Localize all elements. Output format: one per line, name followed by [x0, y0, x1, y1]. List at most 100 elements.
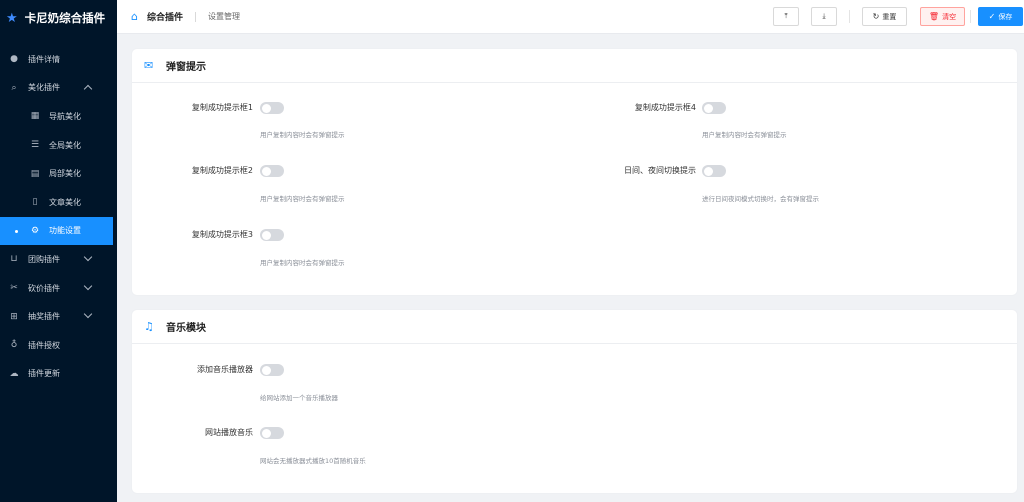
- sidebar-item-label: 局部美化: [49, 169, 81, 179]
- mail-icon: ✉: [144, 59, 154, 72]
- breadcrumb-divider: [195, 11, 197, 22]
- field-hint: 给网站添加一个音乐播放器: [260, 394, 338, 402]
- field-label-wrap: 复制成功提示框2: [132, 165, 253, 177]
- field-label: 添加音乐播放器: [197, 365, 253, 374]
- headphones-icon: ♫: [144, 320, 154, 333]
- field-label: 复制成功提示框2: [191, 166, 253, 175]
- sidebar-item-label: 导航美化: [49, 111, 81, 121]
- sidebar-item-local-beautify[interactable]: ▤ 局部美化: [0, 159, 117, 188]
- save-button[interactable]: ✓ 保存: [978, 7, 1023, 26]
- field-label-wrap: 复制成功提示框3: [132, 229, 253, 241]
- cart-icon: ⊔: [10, 254, 18, 265]
- sidebar: ★ 卡尼奶综合插件 ● 插件详情 ⌕ 美化插件 ▦ 导航美化 ☰ 全局美化 ▤ …: [0, 0, 117, 502]
- sidebar-item-plugin-details[interactable]: ● 插件详情: [0, 45, 117, 74]
- sidebar-item-label: 全局美化: [49, 140, 81, 150]
- clear-label: 清空: [942, 12, 957, 21]
- app-brand: ★ 卡尼奶综合插件: [0, 0, 117, 36]
- save-label: 保存: [998, 12, 1013, 21]
- sidebar-item-lottery[interactable]: ⊞ 抽奖插件: [0, 302, 117, 331]
- refresh-icon: ↻: [872, 12, 880, 21]
- popup-settings-card: ✉ 弹窗提示 复制成功提示框1 用户复制内容时会有弹窗提示 复制成功提示框2 用…: [131, 48, 1018, 296]
- sidebar-item-label: 插件更新: [28, 369, 60, 379]
- chevron-up-icon: [83, 84, 93, 93]
- field-hint: 用户复制内容时会有弹窗提示: [702, 131, 787, 139]
- chevron-down-icon: [83, 310, 93, 319]
- field-hint: 用户复制内容时会有弹窗提示: [260, 131, 345, 139]
- key-icon: ♁: [10, 340, 18, 351]
- table-icon: ▤: [30, 168, 40, 179]
- sidebar-item-update[interactable]: ☁ 插件更新: [0, 360, 117, 389]
- sidebar-item-authorization[interactable]: ♁ 插件授权: [0, 331, 117, 360]
- sidebar-item-nav-beautify[interactable]: ▦ 导航美化: [0, 102, 117, 131]
- top-header: ⌂ 综合插件 设置管理 ⤒ ⤓ ↻ 重置 🗑 清空 ✓ 保存: [117, 0, 1024, 34]
- sidebar-item-label: 团购插件: [28, 254, 60, 264]
- sidebar-item-label: 砍价插件: [28, 283, 60, 293]
- gift-icon: ⊞: [10, 311, 18, 322]
- sidebar-item-group-buy[interactable]: ⊔ 团购插件: [0, 245, 117, 274]
- card-title: 音乐模块: [166, 323, 206, 334]
- card-header: ✉ 弹窗提示: [132, 49, 1017, 83]
- toggle-copy-popup-2[interactable]: [260, 165, 284, 177]
- gear-icon: ⚙: [30, 225, 40, 236]
- sidebar-item-label: 美化插件: [28, 83, 60, 93]
- sidebar-item-label: 功能设置: [49, 226, 81, 236]
- sidebar-item-bargain[interactable]: ✂ 砍价插件: [0, 274, 117, 303]
- field-label: 复制成功提示框4: [634, 103, 696, 112]
- breadcrumb-main[interactable]: 综合插件: [147, 10, 183, 23]
- toggle-day-night-popup[interactable]: [702, 165, 726, 177]
- sidebar-item-label: 插件授权: [28, 340, 60, 350]
- field-hint: 网站会无播放器式播放10首随机音乐: [260, 457, 366, 465]
- card-title: 弹窗提示: [166, 62, 206, 73]
- active-dot: [15, 229, 18, 233]
- field-label-wrap: 网站播放音乐: [132, 427, 253, 439]
- field-label: 复制成功提示框1: [191, 103, 253, 112]
- star-icon: ★: [6, 10, 18, 26]
- check-icon: ✓: [988, 12, 996, 21]
- toggle-music-player[interactable]: [260, 364, 284, 376]
- sidebar-item-article-beautify[interactable]: ▯ 文章美化: [0, 188, 117, 217]
- sidebar-item-beautify[interactable]: ⌕ 美化插件: [0, 74, 117, 103]
- info-icon: ●: [10, 54, 18, 65]
- field-hint: 进行日间夜间模式切换时，会有弹窗提示: [702, 195, 819, 203]
- field-label-wrap: 添加音乐播放器: [132, 364, 253, 376]
- toolbar-divider: [970, 10, 971, 23]
- clear-button[interactable]: 🗑 清空: [920, 7, 965, 26]
- sidebar-item-label: 文章美化: [49, 197, 81, 207]
- field-label: 复制成功提示框3: [191, 230, 253, 239]
- sidebar-item-function-settings[interactable]: ⚙ 功能设置: [0, 216, 113, 246]
- chevron-down-icon: [83, 281, 93, 290]
- sidebar-item-label: 抽奖插件: [28, 312, 60, 322]
- scissors-icon: ✂: [10, 283, 18, 294]
- toggle-copy-popup-1[interactable]: [260, 102, 284, 114]
- field-hint: 用户复制内容时会有弹窗提示: [260, 195, 345, 203]
- reset-label: 重置: [882, 12, 897, 21]
- sidebar-item-global-beautify[interactable]: ☰ 全局美化: [0, 131, 117, 160]
- import-button[interactable]: ⤓: [811, 7, 837, 26]
- sliders-icon: ☰: [30, 140, 40, 151]
- home-icon[interactable]: ⌂: [131, 11, 142, 22]
- cloud-icon: ☁: [9, 368, 19, 379]
- field-hint: 用户复制内容时会有弹窗提示: [260, 259, 345, 267]
- music-settings-card: ♫ 音乐模块 添加音乐播放器 给网站添加一个音乐播放器 网站播放音乐 网站会无播…: [131, 309, 1018, 494]
- card-header: ♫ 音乐模块: [132, 310, 1017, 344]
- toggle-site-music[interactable]: [260, 427, 284, 439]
- toggle-copy-popup-3[interactable]: [260, 229, 284, 241]
- breadcrumb-sub: 设置管理: [208, 12, 241, 21]
- search-icon: ⌕: [11, 82, 17, 93]
- field-label: 日间、夜间切换提示: [624, 166, 696, 175]
- app-title: 卡尼奶综合插件: [24, 11, 106, 25]
- field-label-wrap: 复制成功提示框1: [132, 102, 253, 114]
- field-label-wrap: 复制成功提示框4: [532, 102, 696, 114]
- trash-icon: 🗑: [928, 12, 940, 21]
- toggle-copy-popup-4[interactable]: [702, 102, 726, 114]
- download-icon: ⤓: [822, 12, 826, 20]
- field-label: 网站播放音乐: [205, 428, 253, 437]
- field-label-wrap: 日间、夜间切换提示: [532, 165, 696, 177]
- grid-icon: ▦: [30, 111, 40, 122]
- reset-button[interactable]: ↻ 重置: [862, 7, 907, 26]
- sidebar-item-label: 插件详情: [28, 54, 60, 64]
- export-button[interactable]: ⤒: [773, 7, 799, 26]
- toolbar-divider: [849, 10, 850, 23]
- upload-icon: ⤒: [784, 12, 788, 20]
- chevron-down-icon: [83, 252, 93, 262]
